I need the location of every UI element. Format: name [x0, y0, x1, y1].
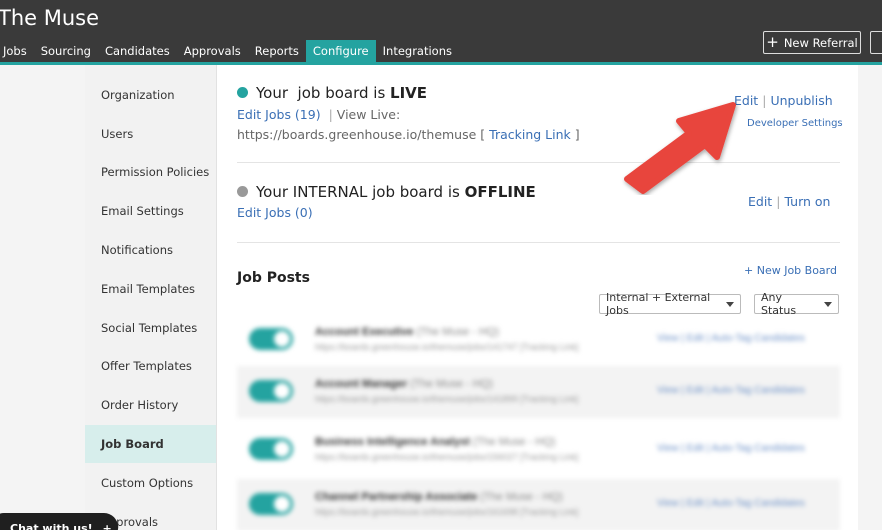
- top-header: The Muse Jobs Sourcing Candidates Approv…: [0, 0, 882, 62]
- public-board-url[interactable]: https://boards.greenhouse.io/themuse: [237, 127, 476, 142]
- job-title[interactable]: Channel Partnership Associate: [315, 491, 477, 503]
- table-row: Account Manager (The Muse - HQ) https://…: [237, 366, 840, 418]
- job-tracking-link[interactable]: [Tracking Link]: [520, 394, 578, 404]
- section-divider: [237, 162, 840, 163]
- header-extra-button[interactable]: [870, 31, 882, 54]
- sidebar-item-job-board[interactable]: Job Board: [85, 425, 216, 463]
- job-office: (The Muse - HQ): [472, 436, 556, 448]
- edit-jobs-public-link[interactable]: Edit Jobs (19): [237, 107, 321, 122]
- annotation-arrow-icon: [624, 102, 736, 194]
- job-posts-heading: Job Posts: [237, 270, 310, 286]
- job-post-toggle[interactable]: [249, 493, 293, 515]
- internal-board-status-prefix: Your INTERNAL job board is: [256, 183, 460, 201]
- new-referral-button[interactable]: + New Referral: [763, 31, 861, 54]
- offline-status-dot-icon: [237, 186, 248, 197]
- status-filter-select[interactable]: Any Status: [754, 291, 839, 317]
- public-board-actions: Edit | Unpublish: [734, 93, 833, 108]
- live-status-dot-icon: [237, 87, 248, 98]
- job-url[interactable]: https://boards.greenhouse.io/themuse/job…: [315, 342, 518, 352]
- nav-integrations[interactable]: Integrations: [376, 40, 459, 62]
- public-board-status-prefix: Your job board is: [256, 84, 386, 102]
- sidebar-item-permission-policies[interactable]: Permission Policies: [85, 153, 216, 191]
- table-row: Business Intelligence Analyst (The Muse …: [237, 424, 840, 476]
- right-gutter: [858, 65, 882, 530]
- job-url[interactable]: https://boards.greenhouse.io/themuse/job…: [315, 452, 518, 462]
- job-title[interactable]: Account Executive: [315, 326, 413, 338]
- job-office: (The Muse - HQ): [416, 326, 499, 338]
- table-row: Account Executive (The Muse - HQ) https:…: [237, 314, 840, 366]
- sidebar-item-organization[interactable]: Organization: [85, 76, 216, 114]
- nav-reports[interactable]: Reports: [248, 40, 306, 62]
- sidebar-item-email-templates[interactable]: Email Templates: [85, 270, 216, 308]
- section-divider: [237, 242, 840, 243]
- job-actions[interactable]: View | Edit | Auto-Tag Candidates: [657, 385, 805, 396]
- job-post-toggle[interactable]: [249, 328, 293, 350]
- job-actions[interactable]: View | Edit | Auto-Tag Candidates: [657, 333, 805, 344]
- sidebar-item-custom-options[interactable]: Custom Options: [85, 464, 216, 502]
- job-tracking-link[interactable]: [Tracking Link]: [520, 342, 578, 352]
- sidebar-item-email-settings[interactable]: Email Settings: [85, 192, 216, 230]
- internal-board-status-value: OFFLINE: [464, 183, 536, 201]
- job-post-toggle[interactable]: [249, 438, 293, 460]
- public-board-status: Your job board is LIVE: [237, 84, 427, 102]
- job-url[interactable]: https://boards.greenhouse.io/themuse/job…: [315, 507, 518, 517]
- job-actions[interactable]: View | Edit | Auto-Tag Candidates: [657, 443, 805, 454]
- view-live-label: View Live:: [336, 107, 401, 122]
- chat-label: Chat with us!: [10, 522, 93, 530]
- nav-sourcing[interactable]: Sourcing: [34, 40, 98, 62]
- job-office: (The Muse - HQ): [480, 491, 563, 503]
- tracking-link[interactable]: Tracking Link: [489, 127, 571, 142]
- main-nav: Jobs Sourcing Candidates Approvals Repor…: [0, 40, 459, 62]
- job-title[interactable]: Account Manager: [315, 378, 407, 390]
- configure-sidebar: Organization Users Permission Policies E…: [85, 65, 217, 530]
- public-board-status-value: LIVE: [390, 84, 428, 102]
- table-row: Channel Partnership Associate (The Muse …: [237, 479, 840, 530]
- developer-settings-link[interactable]: Developer Settings: [747, 118, 843, 129]
- internal-board-actions: Edit | Turn on: [748, 194, 831, 209]
- job-tracking-link[interactable]: [Tracking Link]: [520, 507, 578, 517]
- nav-approvals[interactable]: Approvals: [177, 40, 248, 62]
- sidebar-item-users[interactable]: Users: [85, 115, 216, 153]
- tracking-bracket-open: [: [480, 127, 486, 142]
- sidebar-item-social-templates[interactable]: Social Templates: [85, 309, 216, 347]
- internal-board-edit-link[interactable]: Edit: [748, 194, 772, 209]
- sidebar-item-offer-templates[interactable]: Offer Templates: [85, 347, 216, 385]
- plus-icon: +: [766, 33, 779, 51]
- job-title[interactable]: Business Intelligence Analyst: [315, 436, 470, 448]
- edit-jobs-internal-link[interactable]: Edit Jobs (0): [237, 205, 313, 220]
- nav-candidates[interactable]: Candidates: [98, 40, 177, 62]
- plus-icon: +: [102, 522, 112, 530]
- tracking-bracket-close: ]: [574, 127, 580, 142]
- chevron-down-icon: [726, 301, 734, 307]
- job-post-toggle[interactable]: [249, 380, 293, 402]
- internal-board-status: Your INTERNAL job board is OFFLINE: [237, 183, 536, 201]
- turn-on-link[interactable]: Turn on: [784, 194, 830, 209]
- chat-widget-button[interactable]: Chat with us! +: [0, 513, 118, 530]
- new-job-board-link[interactable]: + New Job Board: [744, 264, 837, 277]
- job-type-filter-select[interactable]: Internal + External Jobs: [599, 291, 741, 317]
- new-referral-label: New Referral: [783, 35, 858, 50]
- unpublish-link[interactable]: Unpublish: [770, 93, 832, 108]
- app-title: The Muse: [0, 6, 100, 30]
- chevron-down-icon: [824, 301, 832, 307]
- job-actions[interactable]: View | Edit | Auto-Tag Candidates: [657, 498, 805, 509]
- public-board-links: Edit Jobs (19) | View Live: https://board…: [237, 107, 580, 142]
- nav-configure[interactable]: Configure: [305, 40, 376, 62]
- job-tracking-link[interactable]: [Tracking Link]: [520, 452, 578, 462]
- nav-jobs[interactable]: Jobs: [0, 40, 34, 62]
- sidebar-item-order-history[interactable]: Order History: [85, 386, 216, 424]
- internal-board-links: Edit Jobs (0): [237, 205, 313, 220]
- job-office: (The Muse - HQ): [410, 378, 493, 390]
- sidebar-item-notifications[interactable]: Notifications: [85, 231, 216, 269]
- developer-settings-label[interactable]: Developer Settings: [747, 118, 843, 129]
- job-url[interactable]: https://boards.greenhouse.io/themuse/job…: [315, 394, 518, 404]
